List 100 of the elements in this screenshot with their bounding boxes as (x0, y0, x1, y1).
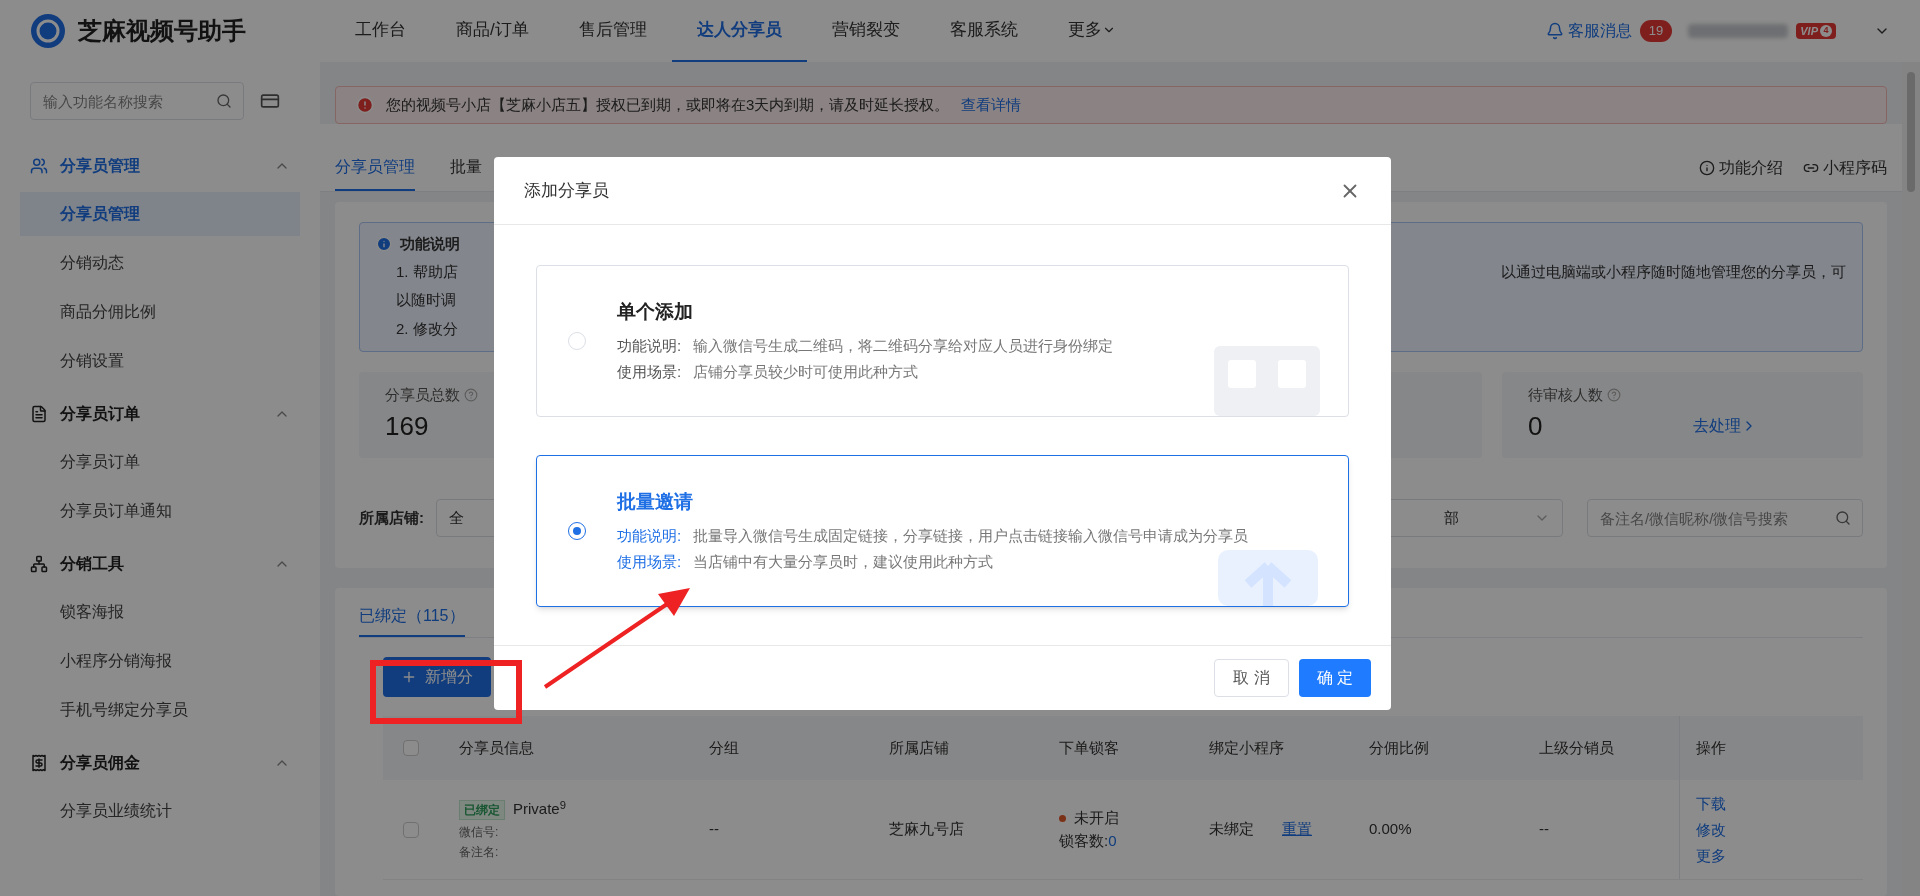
feature-intro-link[interactable]: 功能介绍 (1699, 156, 1783, 180)
option-title: 批量邀请 (617, 490, 694, 515)
sidebar-item[interactable]: 锁客海报 (20, 590, 300, 634)
stat-label: 分享员总数 (385, 385, 460, 405)
sidebar-item[interactable]: 手机号绑定分享员 (20, 688, 300, 732)
cancel-button[interactable]: 取 消 (1214, 659, 1289, 697)
help-icon (1607, 388, 1621, 403)
confirm-button[interactable]: 确 定 (1298, 659, 1371, 697)
option-title: 单个添加 (617, 300, 694, 325)
tab[interactable]: 批量 (450, 145, 482, 191)
vip-badge: VIP 4 (1796, 22, 1836, 40)
sidebar-item[interactable]: 分销设置 (20, 339, 300, 383)
info-text: 以随时调 (396, 290, 456, 310)
sidebar-group[interactable]: 分销工具 (0, 538, 320, 590)
option-card[interactable]: 批量邀请 功能说明: 批量导入微信号生成固定链接，分享链接，用户点击链接输入微信号申请成为分享员 使用场景: 当店铺中有大量分享员时，建议使用此种方式 (536, 455, 1349, 607)
option-text: 当店铺中有大量分享员时，建议使用此种方式 (693, 552, 994, 573)
service-messages-link[interactable]: 客服消息 (1545, 19, 1632, 43)
info-text: 1. 帮助店 (396, 261, 458, 282)
column-header: 分组 (708, 737, 740, 758)
nav-item[interactable]: 营销裂变 (806, 0, 925, 62)
remark-label: 备注名: (459, 843, 500, 861)
card-icon[interactable] (260, 91, 280, 111)
sidebar-group[interactable]: 分享员管理 (0, 140, 320, 192)
search-icon (1835, 510, 1851, 526)
checkbox[interactable] (403, 821, 419, 838)
dialog-title: 添加分享员 (524, 179, 609, 202)
sidebar-group[interactable]: 分享员订单 (0, 388, 320, 440)
status-tag: 已绑定 (459, 799, 505, 820)
sidebar-item[interactable]: 分享员管理 (20, 192, 300, 236)
bell-icon (1545, 22, 1564, 40)
table-cell-text: 0.00% (1368, 819, 1413, 840)
column-header: 所属店铺 (888, 737, 950, 758)
column-header: 上级分销员 (1538, 737, 1615, 758)
qr-code-icon (1214, 346, 1320, 416)
nav-item[interactable]: 工作台 (330, 0, 431, 62)
tab[interactable]: 已绑定（115） (359, 597, 465, 637)
message-count-badge: 19 (1639, 20, 1673, 42)
column-header: 分享员信息 (458, 737, 535, 758)
option-label: 功能说明: (617, 525, 682, 546)
mini-program-code-link[interactable]: 小程序码 (1803, 156, 1887, 180)
tab[interactable]: 分享员管理 (335, 145, 415, 191)
nav-item[interactable]: 更多 (1042, 0, 1141, 62)
column-header: 分佣比例 (1368, 737, 1430, 758)
sidebar-item[interactable]: 小程序分销海报 (20, 639, 300, 683)
details-link[interactable]: 查看详情 (961, 93, 1022, 117)
option-label: 使用场景: (617, 552, 682, 573)
action-link[interactable]: 更多 (1696, 842, 1759, 869)
info-icon (1699, 160, 1715, 176)
plus-icon (401, 669, 417, 685)
nav-item[interactable]: 客服系统 (924, 0, 1043, 62)
table-cell-text: -- (708, 819, 720, 840)
lock-count-link[interactable]: 0 (1108, 829, 1117, 852)
sidebar-item[interactable]: 分享员订单通知 (20, 489, 300, 533)
search-icon (216, 93, 232, 109)
action-link[interactable]: 修改 (1696, 816, 1759, 843)
process-link[interactable]: 去处理 (1693, 414, 1757, 438)
option-text: 店铺分享员较少时可使用此种方式 (693, 362, 919, 383)
filter-label: 所属店铺: (359, 507, 424, 528)
help-icon (464, 388, 478, 403)
group-icon (30, 157, 48, 175)
sidebar-item[interactable]: 商品分佣比例 (20, 290, 300, 334)
logo-icon (30, 13, 66, 49)
alert-text: 您的视频号小店【芝麻小店五】授权已到期，或即将在3天内到期，请及时延长授权。 (386, 94, 950, 115)
error-icon (356, 96, 374, 114)
option-text: 批量导入微信号生成固定链接，分享链接，用户点击链接输入微信号申请成为分享员 (693, 525, 1249, 546)
info-text: 2. 修改分 (396, 318, 458, 339)
stat-value: 169 (385, 409, 430, 443)
nav-item[interactable]: 商品/订单 (431, 0, 554, 62)
column-header: 绑定小程序 (1208, 737, 1285, 758)
checkbox[interactable] (403, 740, 419, 756)
reset-link[interactable]: 重置 (1282, 818, 1312, 841)
option-label: 使用场景: (617, 362, 682, 383)
search-field[interactable]: 备注名/微信昵称/微信号搜索 (1587, 499, 1863, 537)
action-link[interactable]: 下载 (1696, 790, 1759, 817)
wechat-label: 微信号: (459, 823, 500, 841)
sidebar-group[interactable]: 分享员佣金 (0, 737, 320, 789)
column-header: 下单锁客 (1058, 737, 1120, 758)
table-cell-text: 芝麻九号店 (888, 819, 965, 840)
group-icon (30, 555, 48, 573)
option-card[interactable]: 单个添加 功能说明: 输入微信号生成二维码，将二维码分享给对应人员进行身份绑定 使用场景: 店铺分享员较少时可使用此种方式 (536, 265, 1349, 417)
lock-status: 未开启 (1074, 808, 1119, 828)
sidebar-item[interactable]: 分享员订单 (20, 440, 300, 484)
stat-label: 待审核人数 (1528, 385, 1603, 405)
table-cell-text: 未绑定 (1209, 819, 1254, 840)
sidebar-item[interactable]: 分销动态 (20, 241, 300, 285)
group-icon (30, 405, 48, 423)
upload-icon (1218, 550, 1318, 606)
sidebar-item[interactable]: 分享员业绩统计 (20, 789, 300, 833)
column-header: 操作 (1679, 716, 1759, 780)
nav-item[interactable]: 售后管理 (553, 0, 672, 62)
info-text: 以通过电脑端或小程序随时随地管理您的分享员，可 (1501, 261, 1846, 282)
info-icon (376, 236, 392, 253)
lock-count-label: 锁客数: (1059, 830, 1109, 851)
option-text: 输入微信号生成二维码，将二维码分享给对应人员进行身份绑定 (693, 335, 1114, 356)
search-field[interactable]: 输入功能名称搜索 (30, 82, 244, 120)
scrollbar-thumb[interactable] (1907, 72, 1915, 192)
group-icon (30, 754, 48, 772)
table-cell-text: -- (1538, 819, 1550, 840)
stat-value: 0 (1528, 409, 1543, 443)
option-label: 功能说明: (617, 335, 682, 356)
